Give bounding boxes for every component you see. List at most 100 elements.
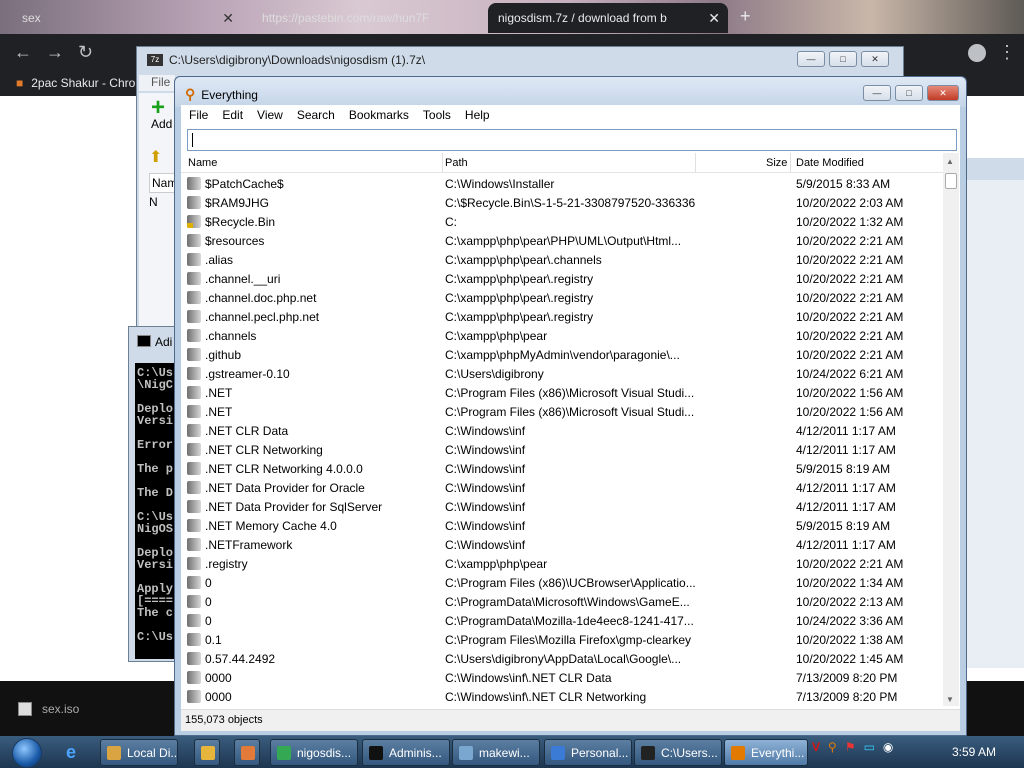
- file-path-cell: C:\Windows\inf: [445, 424, 526, 438]
- table-row[interactable]: 0.1 C:\Program Files\Mozilla Firefox\gmp-…: [181, 630, 943, 649]
- column-divider[interactable]: [695, 153, 696, 173]
- table-row[interactable]: .channel.pecl.php.net C:\xampp\php\pear\.…: [181, 307, 943, 326]
- window-titlebar: [965, 158, 1024, 180]
- close-button[interactable]: ✕: [927, 85, 959, 101]
- table-row[interactable]: .NET C:\Program Files (x86)\Microsoft Vis…: [181, 383, 943, 402]
- new-tab-icon[interactable]: +: [740, 6, 751, 27]
- flag-icon[interactable]: ⚑: [845, 740, 856, 754]
- table-row[interactable]: .NET CLR Networking 4.0.0.0 C:\Windows\in…: [181, 459, 943, 478]
- table-row[interactable]: $Recycle.Bin C: 10/20/2022 1:32 AM: [181, 212, 943, 231]
- table-row[interactable]: .github C:\xampp\phpMyAdmin\vendor\parago…: [181, 345, 943, 364]
- browser-tab[interactable]: https://pastebin.com/raw/hun7F: [252, 3, 488, 33]
- table-row[interactable]: $RAM9JHG C:\$Recycle.Bin\S-1-5-21-3308797…: [181, 193, 943, 212]
- table-row[interactable]: .NET Data Provider for Oracle C:\Windows\…: [181, 478, 943, 497]
- column-header-name[interactable]: Name: [188, 157, 217, 169]
- back-icon[interactable]: ←: [14, 42, 32, 63]
- table-row[interactable]: .channels C:\xampp\php\pear 10/20/2022 2:2…: [181, 326, 943, 345]
- folder-icon: [187, 291, 201, 304]
- name-column-header[interactable]: Nam: [149, 173, 175, 193]
- taskbar-item[interactable]: Personal...: [544, 739, 632, 766]
- file-name-cell: $PatchCache$: [205, 177, 284, 191]
- up-folder-icon[interactable]: ⬆: [149, 147, 162, 167]
- close-button[interactable]: ✕: [861, 51, 889, 67]
- table-row[interactable]: .gstreamer-0.10 C:\Users\digibrony 10/24/2…: [181, 364, 943, 383]
- table-row[interactable]: .registry C:\xampp\php\pear 10/20/2022 2:2…: [181, 554, 943, 573]
- taskbar-item[interactable]: Everythi...: [724, 739, 808, 766]
- column-header-date[interactable]: Date Modified: [796, 157, 864, 169]
- column-divider[interactable]: [790, 153, 791, 173]
- scroll-down-icon[interactable]: ▼: [946, 695, 954, 704]
- ie-icon[interactable]: e: [66, 742, 76, 763]
- table-row[interactable]: 0.57.44.2492 C:\Users\digibrony\AppData\L…: [181, 649, 943, 668]
- app-icon: [201, 745, 215, 760]
- taskbar-item[interactable]: C:\Users...: [634, 739, 722, 766]
- tray-app-icon[interactable]: V: [812, 740, 820, 754]
- taskbar-item[interactable]: Local Di...: [100, 739, 178, 766]
- minimize-button[interactable]: —: [797, 51, 825, 67]
- folder-icon: [187, 196, 201, 209]
- taskbar-item[interactable]: makewi...: [452, 739, 540, 766]
- profile-icon[interactable]: [968, 44, 986, 62]
- display-icon[interactable]: ▭: [864, 740, 875, 754]
- column-header-size[interactable]: Size: [766, 157, 787, 169]
- taskbar-item[interactable]: Adminis...: [362, 739, 450, 766]
- table-row[interactable]: .NET Data Provider for SqlServer C:\Windo…: [181, 497, 943, 516]
- menu-file[interactable]: File: [189, 105, 208, 125]
- menu-bookmarks[interactable]: Bookmarks: [349, 105, 409, 125]
- start-button[interactable]: [6, 736, 46, 768]
- table-row[interactable]: .alias C:\xampp\php\pear\.channels 10/20/2…: [181, 250, 943, 269]
- table-row[interactable]: .NET Memory Cache 4.0 C:\Windows\inf 5/9/2…: [181, 516, 943, 535]
- folder-icon: [187, 272, 201, 285]
- forward-icon[interactable]: →: [46, 42, 64, 63]
- column-divider[interactable]: [442, 153, 443, 173]
- reload-icon[interactable]: ↻: [78, 42, 93, 63]
- table-row[interactable]: 0000 C:\Windows\inf\.NET CLR Data 7/13/200…: [181, 668, 943, 687]
- taskbar-item[interactable]: [234, 739, 260, 766]
- browser-tab-active[interactable]: nigosdism.7z / download from b ✕: [488, 3, 728, 33]
- table-row[interactable]: .channel.__uri C:\xampp\php\pear\.registr…: [181, 269, 943, 288]
- table-row[interactable]: .NET C:\Program Files (x86)\Microsoft Vis…: [181, 402, 943, 421]
- table-row[interactable]: 0 C:\Program Files (x86)\UCBrowser\Applic…: [181, 573, 943, 592]
- list-item[interactable]: N: [149, 195, 158, 209]
- table-row[interactable]: .NETFramework C:\Windows\inf 4/12/2011 1:1…: [181, 535, 943, 554]
- table-row[interactable]: 0000 C:\Windows\inf\.NET CLR Networking 7/…: [181, 687, 943, 706]
- search-input[interactable]: [187, 129, 957, 151]
- maximize-button[interactable]: □: [895, 85, 923, 101]
- scroll-thumb[interactable]: [945, 173, 957, 189]
- maximize-button[interactable]: □: [829, 51, 857, 67]
- folder-icon: [187, 462, 201, 475]
- menu-edit[interactable]: Edit: [222, 105, 243, 125]
- close-icon[interactable]: ✕: [708, 10, 720, 27]
- bookmark-item[interactable]: ■ 2pac Shakur - Chro: [16, 76, 135, 90]
- table-row[interactable]: $resources C:\xampp\php\pear\PHP\UML\Outp…: [181, 231, 943, 250]
- menu-tools[interactable]: Tools: [423, 105, 451, 125]
- minimize-button[interactable]: —: [863, 85, 891, 101]
- taskbar-item[interactable]: nigosdis...: [270, 739, 358, 766]
- table-row[interactable]: 0 C:\ProgramData\Mozilla-1de4eec8-1241-41…: [181, 611, 943, 630]
- menu-file[interactable]: File: [139, 75, 175, 91]
- close-icon[interactable]: ✕: [222, 10, 234, 27]
- volume-icon[interactable]: ◉: [883, 740, 893, 754]
- file-path-cell: C:\Users\digibrony: [445, 367, 544, 381]
- more-icon[interactable]: ⋮: [998, 42, 1016, 63]
- menu-help[interactable]: Help: [465, 105, 490, 125]
- taskbar-item[interactable]: [194, 739, 220, 766]
- menu-search[interactable]: Search: [297, 105, 335, 125]
- add-button[interactable]: + Add: [151, 96, 172, 132]
- downloaded-file[interactable]: sex.iso: [18, 702, 79, 716]
- date-modified-cell: 10/20/2022 1:56 AM: [796, 386, 904, 400]
- table-row[interactable]: $PatchCache$ C:\Windows\Installer 5/9/2015…: [181, 174, 943, 193]
- vertical-scrollbar[interactable]: ▲ ▼: [943, 153, 959, 706]
- column-header-path[interactable]: Path: [445, 157, 468, 169]
- table-row[interactable]: .channel.doc.php.net C:\xampp\php\pear\.r…: [181, 288, 943, 307]
- scroll-up-icon[interactable]: ▲: [946, 157, 954, 166]
- browser-tab[interactable]: sex ✕: [12, 3, 242, 33]
- everything-tray-icon[interactable]: ⚲: [828, 740, 837, 754]
- clock[interactable]: 3:59 AM: [952, 745, 996, 759]
- table-row[interactable]: 0 C:\ProgramData\Microsoft\Windows\GameE.…: [181, 592, 943, 611]
- menu-view[interactable]: View: [257, 105, 283, 125]
- date-modified-cell: 5/9/2015 8:33 AM: [796, 177, 891, 191]
- table-row[interactable]: .NET CLR Networking C:\Windows\inf 4/12/20…: [181, 440, 943, 459]
- date-modified-cell: 4/12/2011 1:17 AM: [796, 538, 896, 552]
- table-row[interactable]: .NET CLR Data C:\Windows\inf 4/12/2011 1:1…: [181, 421, 943, 440]
